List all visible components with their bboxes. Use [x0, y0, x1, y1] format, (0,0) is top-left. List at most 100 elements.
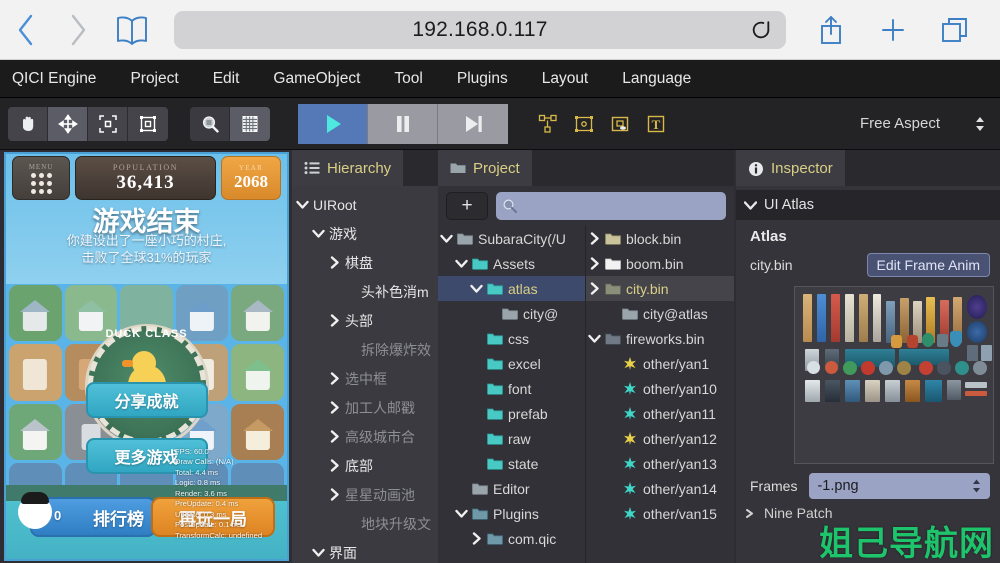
tab-project[interactable]: Project: [438, 150, 532, 186]
project-tree-row[interactable]: raw: [438, 426, 585, 451]
forward-button[interactable]: [52, 0, 104, 60]
atlas-preview-image[interactable]: [794, 286, 994, 464]
menu-item-plugins[interactable]: Plugins: [440, 60, 525, 98]
add-asset-button[interactable]: +: [446, 192, 488, 220]
hierarchy-node[interactable]: 加工人邮戳: [292, 393, 438, 422]
reload-icon[interactable]: [750, 19, 772, 41]
hierarchy-node[interactable]: 拆除爆炸效: [292, 335, 438, 364]
node-graph-gizmo-button[interactable]: [530, 107, 566, 141]
url-bar[interactable]: 192.168.0.117: [174, 10, 786, 49]
project-file-row[interactable]: boom.bin: [586, 251, 734, 276]
project-tree-row[interactable]: excel: [438, 351, 585, 376]
project-file-row[interactable]: other/yan13: [586, 451, 734, 476]
hud-menu-button[interactable]: MENU: [12, 156, 70, 200]
hierarchy-node[interactable]: 棋盘: [292, 248, 438, 277]
hierarchy-node[interactable]: 底部: [292, 451, 438, 480]
menu-item-layout[interactable]: Layout: [525, 60, 606, 98]
edit-frame-anim-button[interactable]: Edit Frame Anim: [866, 253, 990, 277]
menu-item-project[interactable]: Project: [113, 60, 195, 98]
chevron-down-icon[interactable]: [440, 232, 453, 245]
project-file-row[interactable]: other/yan12: [586, 426, 734, 451]
hierarchy-node[interactable]: 界面: [292, 538, 438, 563]
project-file-row[interactable]: other/yan14: [586, 476, 734, 501]
show-tabs-button[interactable]: [924, 0, 986, 60]
chevron-right-icon[interactable]: [588, 282, 601, 295]
chevron-down-icon[interactable]: [312, 546, 325, 559]
menu-item-edit[interactable]: Edit: [196, 60, 257, 98]
chevron-right-icon[interactable]: [328, 459, 341, 472]
search-field[interactable]: [523, 198, 726, 214]
project-file-row[interactable]: other/yan10: [586, 376, 734, 401]
tab-inspector[interactable]: Inspector: [736, 150, 845, 186]
hierarchy-tree[interactable]: UIRoot 游戏 棋盘 头补色消m 头部 拆除爆炸效 选中框 加工人邮戳 高级城市合 底部 星星动…: [292, 186, 438, 563]
frames-select[interactable]: -1.png: [809, 473, 990, 499]
chevron-down-icon[interactable]: [296, 198, 309, 211]
scale-tool-button[interactable]: [88, 106, 128, 141]
project-tree-row[interactable]: state: [438, 451, 585, 476]
menu-item-tool[interactable]: Tool: [377, 60, 439, 98]
bookmarks-button[interactable]: [104, 0, 160, 60]
chevron-down-icon[interactable]: [588, 332, 601, 345]
step-button[interactable]: [438, 103, 508, 144]
hierarchy-node[interactable]: 头部: [292, 306, 438, 335]
project-file-row[interactable]: fireworks.bin: [586, 326, 734, 351]
new-tab-button[interactable]: [862, 0, 924, 60]
stepper-up-down-icon[interactable]: [974, 116, 986, 132]
grid-tool-button[interactable]: [230, 106, 270, 141]
anchor-gizmo-button[interactable]: [602, 107, 638, 141]
ui-atlas-section-header[interactable]: UI Atlas: [736, 190, 1000, 220]
hierarchy-node[interactable]: 游戏: [292, 219, 438, 248]
project-tree-row[interactable]: Plugins: [438, 501, 585, 526]
project-file-row[interactable]: block.bin: [586, 226, 734, 251]
tab-hierarchy[interactable]: Hierarchy: [292, 150, 404, 186]
chevron-right-icon[interactable]: [328, 430, 341, 443]
project-file-row[interactable]: other/yan11: [586, 401, 734, 426]
project-tree-row[interactable]: city@: [438, 301, 585, 326]
project-file-row[interactable]: other/van15: [586, 501, 734, 526]
chevron-down-icon[interactable]: [312, 227, 325, 240]
menu-item-gameobject[interactable]: GameObject: [256, 60, 377, 98]
move-tool-button[interactable]: [48, 106, 88, 141]
project-tree-row[interactable]: Assets: [438, 251, 585, 276]
text-gizmo-button[interactable]: T: [638, 107, 674, 141]
chevron-down-icon[interactable]: [470, 282, 483, 295]
menu-item-language[interactable]: Language: [605, 60, 708, 98]
hierarchy-node[interactable]: 星星动画池: [292, 480, 438, 509]
hierarchy-node[interactable]: 头补色消m: [292, 277, 438, 306]
pause-button[interactable]: [368, 103, 438, 144]
project-file-list[interactable]: block.bin boom.bin city.bin city@atlas firew…: [586, 226, 734, 563]
hierarchy-node[interactable]: 选中框: [292, 364, 438, 393]
chevron-right-icon[interactable]: [588, 232, 601, 245]
play-button[interactable]: [298, 103, 368, 144]
game-view-panel[interactable]: MENU POPULATION 36,413 YEAR 2068 游戏结束 你建…: [4, 152, 289, 561]
back-button[interactable]: [0, 0, 52, 60]
chevron-right-icon[interactable]: [470, 532, 483, 545]
chevron-right-icon[interactable]: [328, 314, 341, 327]
project-tree-row[interactable]: prefab: [438, 401, 585, 426]
bounds-gizmo-button[interactable]: [566, 107, 602, 141]
chevron-right-icon[interactable]: [328, 256, 341, 269]
project-tree-row[interactable]: atlas: [438, 276, 585, 301]
project-file-row[interactable]: city@atlas: [586, 301, 734, 326]
hierarchy-node[interactable]: 地块升级文: [292, 509, 438, 538]
project-file-row[interactable]: city.bin: [586, 276, 734, 301]
share-button[interactable]: [800, 0, 862, 60]
chevron-down-icon[interactable]: [455, 257, 468, 270]
chevron-right-icon[interactable]: [328, 401, 341, 414]
leaderboard-button[interactable]: 0 排行榜: [18, 492, 156, 537]
project-tree-row[interactable]: SubaraCity(/U: [438, 226, 585, 251]
chevron-down-icon[interactable]: [455, 507, 468, 520]
chevron-right-icon[interactable]: [328, 372, 341, 385]
stepper-up-down-icon[interactable]: [971, 479, 982, 494]
menu-item-qici-engine[interactable]: QICI Engine: [0, 60, 113, 98]
project-tree-row[interactable]: font: [438, 376, 585, 401]
project-tree-row[interactable]: css: [438, 326, 585, 351]
chevron-right-icon[interactable]: [328, 488, 341, 501]
project-tree-row[interactable]: Editor: [438, 476, 585, 501]
project-tree-row[interactable]: com.qic: [438, 526, 585, 551]
project-folder-tree[interactable]: SubaraCity(/U Assets atlas city@ css excel fon…: [438, 226, 586, 563]
hand-tool-button[interactable]: [8, 106, 48, 141]
hierarchy-node[interactable]: 高级城市合: [292, 422, 438, 451]
aspect-selector[interactable]: Free Aspect: [860, 115, 986, 132]
share-achievement-button[interactable]: 分享成就: [85, 382, 208, 418]
